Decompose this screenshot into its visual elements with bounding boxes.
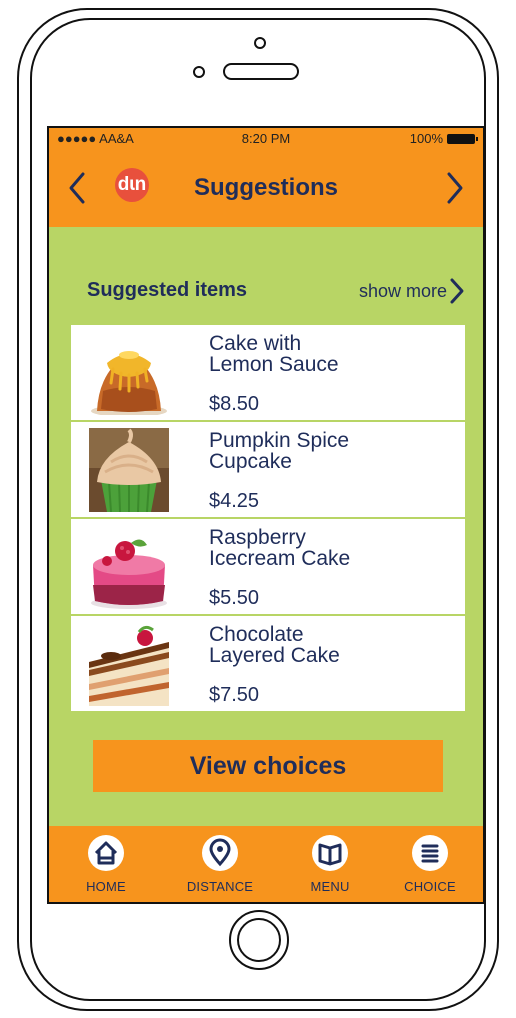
show-more-label: show more bbox=[358, 280, 447, 301]
battery-percent: 100% bbox=[409, 131, 443, 146]
item-name: Raspberry Icecream Cake bbox=[209, 527, 449, 569]
item-price: $7.50 bbox=[209, 684, 260, 706]
battery-status: 100% bbox=[409, 131, 478, 146]
item-name: Cake with Lemon Sauce bbox=[209, 333, 449, 375]
pumpkin-cupcake-image bbox=[89, 428, 169, 512]
item-price: $4.25 bbox=[209, 490, 260, 512]
list-icon bbox=[412, 835, 448, 871]
page-title: Suggestions bbox=[193, 174, 338, 201]
tab-label: CHOICE bbox=[404, 879, 456, 894]
section-title: Suggested items bbox=[87, 279, 248, 301]
tab-choice[interactable]: CHOICE bbox=[385, 834, 475, 894]
book-icon bbox=[312, 835, 348, 871]
item-price: $8.50 bbox=[209, 393, 260, 415]
item-name-line1: Pumpkin Spice bbox=[209, 429, 350, 452]
home-icon bbox=[88, 835, 124, 871]
sensor-icon bbox=[193, 66, 205, 78]
tab-label: DISTANCE bbox=[186, 879, 254, 894]
item-name: Pumpkin Spice Cupcake bbox=[209, 430, 449, 472]
tab-label: MENU bbox=[310, 879, 350, 894]
item-name: Chocolate Layered Cake bbox=[209, 624, 449, 666]
status-bar: ●●●●● AA&A 8:20 PM 100% bbox=[49, 131, 483, 149]
top-bar: ●●●●● AA&A 8:20 PM 100% dɩn Suggestions bbox=[49, 128, 483, 227]
item-name-line2: Layered Cake bbox=[209, 644, 340, 667]
show-more-link[interactable]: show more bbox=[359, 276, 465, 306]
tab-bar: HOME DISTANCE MENU CHOICE bbox=[49, 826, 483, 902]
battery-icon bbox=[447, 133, 478, 144]
tab-home[interactable]: HOME bbox=[61, 834, 151, 894]
list-item[interactable]: Pumpkin Spice Cupcake $4.25 bbox=[71, 422, 465, 517]
item-price: $5.50 bbox=[209, 587, 260, 609]
tab-distance[interactable]: DISTANCE bbox=[175, 834, 265, 894]
list-item[interactable]: Cake with Lemon Sauce $8.50 bbox=[71, 325, 465, 420]
item-name-line2: Icecream Cake bbox=[209, 547, 351, 570]
chevron-right-icon bbox=[450, 278, 464, 304]
app-screen: ●●●●● AA&A 8:20 PM 100% dɩn Suggestions … bbox=[47, 126, 485, 904]
list-item[interactable]: Chocolate Layered Cake $7.50 bbox=[71, 616, 465, 711]
tab-label: HOME bbox=[86, 879, 126, 894]
chocolate-layered-cake-image bbox=[89, 622, 169, 706]
camera-icon bbox=[254, 37, 266, 49]
forward-arrow-icon[interactable] bbox=[443, 168, 467, 208]
item-name-line1: Raspberry bbox=[209, 526, 306, 549]
item-name-line1: Chocolate bbox=[209, 623, 304, 646]
tab-menu[interactable]: MENU bbox=[285, 834, 375, 894]
item-name-line2: Cupcake bbox=[209, 450, 292, 473]
item-name-line2: Lemon Sauce bbox=[209, 353, 339, 376]
speaker-grille bbox=[223, 63, 299, 80]
list-item[interactable]: Raspberry Icecream Cake $5.50 bbox=[71, 519, 465, 614]
view-choices-button[interactable]: View choices bbox=[93, 740, 443, 792]
location-pin-icon bbox=[202, 835, 238, 871]
suggested-items-list: Cake with Lemon Sauce $8.50 Pumpkin Spic… bbox=[71, 325, 465, 713]
cake-lemon-sauce-image bbox=[89, 331, 169, 415]
item-name-line1: Cake with bbox=[209, 332, 302, 355]
raspberry-icecream-cake-image bbox=[89, 525, 169, 609]
device-home-button-inner bbox=[237, 918, 281, 962]
